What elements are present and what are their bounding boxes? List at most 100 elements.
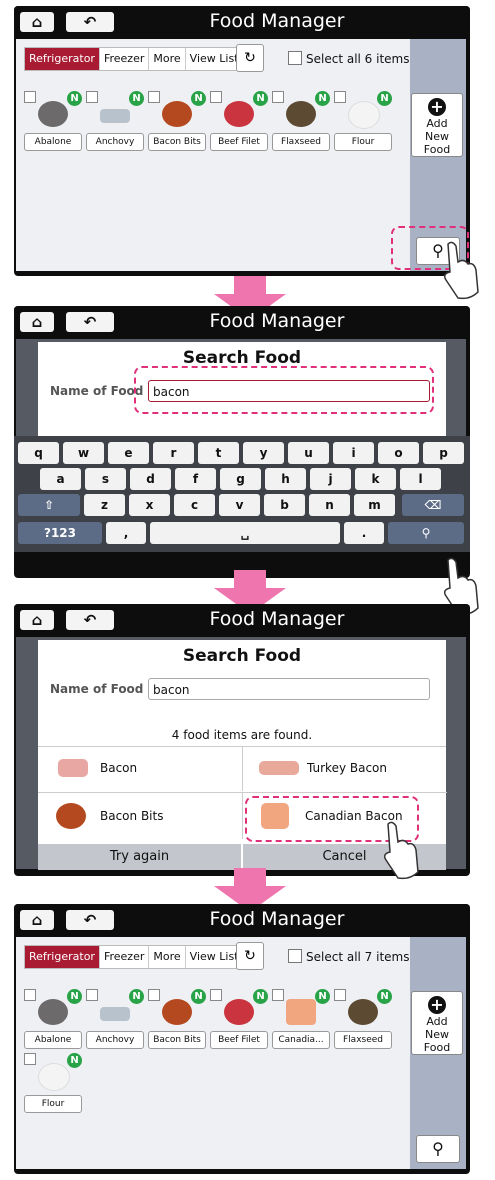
item-checkbox[interactable]	[272, 91, 284, 103]
key-z[interactable]: z	[84, 494, 125, 516]
key-x[interactable]: x	[129, 494, 170, 516]
key-h[interactable]: h	[265, 468, 306, 490]
home-button[interactable]: ⌂	[20, 312, 54, 332]
key-n[interactable]: n	[309, 494, 350, 516]
bacon-bits-image	[162, 101, 192, 127]
key-k[interactable]: k	[355, 468, 396, 490]
key-p[interactable]: p	[423, 442, 464, 464]
space-key[interactable]: ␣	[150, 522, 340, 544]
key-c[interactable]: c	[174, 494, 215, 516]
tab-freezer[interactable]: Freezer	[100, 946, 150, 968]
tab-refrigerator[interactable]: Refrigerator	[25, 946, 100, 968]
search-button[interactable]: ⚲	[416, 1135, 460, 1163]
tab-more[interactable]: More	[149, 946, 186, 968]
refresh-icon: ↻	[244, 948, 256, 964]
key-b[interactable]: b	[264, 494, 305, 516]
tab-refrigerator[interactable]: Refrigerator	[25, 48, 100, 70]
item-checkbox[interactable]	[210, 91, 222, 103]
key-v[interactable]: v	[219, 494, 260, 516]
item-checkbox[interactable]	[24, 989, 36, 1001]
key-d[interactable]: d	[130, 468, 171, 490]
item-checkbox[interactable]	[148, 91, 160, 103]
tab-view-list[interactable]: View List	[186, 48, 243, 70]
key-m[interactable]: m	[354, 494, 395, 516]
shift-key[interactable]: ⇧	[18, 494, 80, 516]
item-checkbox[interactable]	[148, 989, 160, 1001]
key-q[interactable]: q	[18, 442, 59, 464]
food-item-abalone[interactable]: N Abalone	[24, 91, 82, 151]
food-item-flour[interactable]: N Flour	[24, 1053, 82, 1113]
food-item-beef-filet[interactable]: N Beef Filet	[210, 989, 268, 1049]
key-u[interactable]: u	[288, 442, 329, 464]
comma-key[interactable]: ,	[106, 522, 146, 544]
refresh-button[interactable]: ↻	[236, 942, 264, 970]
back-button[interactable]: ↶	[66, 12, 114, 32]
home-button[interactable]: ⌂	[20, 910, 54, 930]
item-checkbox[interactable]	[334, 91, 346, 103]
add-new-food-button[interactable]: + Add New Food	[411, 93, 463, 157]
key-t[interactable]: t	[198, 442, 239, 464]
search-input[interactable]: bacon	[148, 678, 430, 700]
select-all-checkbox[interactable]	[288, 51, 302, 65]
select-all-checkbox[interactable]	[288, 949, 302, 963]
add-new-food-button[interactable]: + Add New Food	[411, 991, 463, 1055]
period-key[interactable]: .	[344, 522, 384, 544]
back-icon: ↶	[83, 313, 97, 331]
food-item-flaxseed[interactable]: N Flaxseed	[334, 989, 392, 1049]
tab-view-list[interactable]: View List	[186, 946, 243, 968]
key-r[interactable]: r	[153, 442, 194, 464]
key-y[interactable]: y	[243, 442, 284, 464]
tab-freezer[interactable]: Freezer	[100, 48, 150, 70]
refresh-button[interactable]: ↻	[236, 44, 264, 72]
key-g[interactable]: g	[220, 468, 261, 490]
back-button[interactable]: ↶	[66, 910, 114, 930]
backspace-key[interactable]: ⌫	[402, 494, 464, 516]
result-bacon-bits[interactable]: Bacon Bits	[38, 792, 242, 839]
key-w[interactable]: w	[63, 442, 104, 464]
key-i[interactable]: i	[333, 442, 374, 464]
home-icon: ⌂	[31, 13, 43, 31]
select-all[interactable]: Select all 7 items	[288, 949, 409, 964]
item-checkbox[interactable]	[24, 91, 36, 103]
food-item-abalone[interactable]: N Abalone	[24, 989, 82, 1049]
item-checkbox[interactable]	[86, 989, 98, 1001]
key-a[interactable]: a	[40, 468, 81, 490]
food-item-bacon-bits[interactable]: N Bacon Bits	[148, 989, 206, 1049]
key-s[interactable]: s	[85, 468, 126, 490]
try-again-button[interactable]: Try again	[38, 844, 241, 870]
back-button[interactable]: ↶	[66, 312, 114, 332]
food-item-beef-filet[interactable]: N Beef Filet	[210, 91, 268, 151]
item-label: Bacon Bits	[148, 133, 206, 151]
item-checkbox[interactable]	[86, 91, 98, 103]
item-checkbox[interactable]	[210, 989, 222, 1001]
food-item-anchovy[interactable]: N Anchovy	[86, 989, 144, 1049]
bacon-image	[58, 759, 88, 777]
food-item-flour[interactable]: N Flour	[334, 91, 392, 151]
page-title: Food Manager	[209, 608, 345, 630]
symbols-key[interactable]: ?123	[18, 522, 102, 544]
food-item-canadian-bacon[interactable]: N Canadia...	[272, 989, 330, 1049]
result-turkey-bacon[interactable]: Turkey Bacon	[242, 747, 447, 791]
key-j[interactable]: j	[310, 468, 351, 490]
title-bar: ⌂ ↶ Food Manager	[14, 306, 470, 338]
food-item-bacon-bits[interactable]: N Bacon Bits	[148, 91, 206, 151]
home-button[interactable]: ⌂	[20, 12, 54, 32]
search-key[interactable]: ⚲	[388, 522, 464, 544]
result-label: Bacon Bits	[100, 809, 164, 823]
home-button[interactable]: ⌂	[20, 610, 54, 630]
item-checkbox[interactable]	[24, 1053, 36, 1065]
virtual-keyboard: q w e r t y u i o p a s d f g h j k l ⇧ z x c v b n m ⌫ ?123, ␣. ⚲	[14, 436, 470, 552]
key-o[interactable]: o	[378, 442, 419, 464]
key-e[interactable]: e	[108, 442, 149, 464]
back-button[interactable]: ↶	[66, 610, 114, 630]
result-bacon[interactable]: Bacon	[38, 747, 242, 791]
food-item-anchovy[interactable]: N Anchovy	[86, 91, 144, 151]
item-checkbox[interactable]	[334, 989, 346, 1001]
item-checkbox[interactable]	[272, 989, 284, 1001]
tab-more[interactable]: More	[149, 48, 186, 70]
key-f[interactable]: f	[175, 468, 216, 490]
food-item-flaxseed[interactable]: N Flaxseed	[272, 91, 330, 151]
new-badge: N	[129, 989, 144, 1004]
key-l[interactable]: l	[400, 468, 441, 490]
select-all[interactable]: Select all 6 items	[288, 51, 409, 66]
